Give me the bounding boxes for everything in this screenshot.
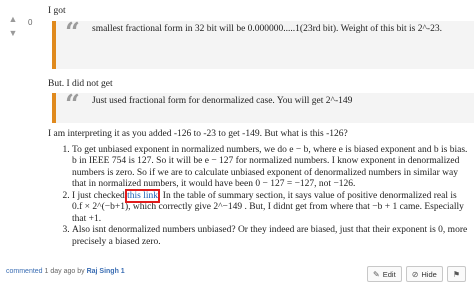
- reference-link[interactable]: this link: [125, 188, 161, 203]
- flag-icon: ⚑: [452, 269, 460, 279]
- comment-actions: ✎ Edit ⊘ Hide ⚑: [367, 266, 466, 282]
- comment-time: 1 day ago by: [44, 268, 85, 275]
- eye-off-icon: ⊘: [411, 269, 419, 279]
- chevron-down-icon[interactable]: ▼: [6, 28, 20, 38]
- blockquote: “ smallest fractional form in 32 bit wil…: [52, 17, 474, 69]
- comment-text: But. I did not get: [48, 78, 113, 89]
- vote-score: 0: [28, 18, 33, 27]
- edit-button-label: Edit: [382, 269, 396, 279]
- pencil-icon: ✎: [373, 269, 380, 279]
- list-item: To get unbiased exponent in normalized n…: [72, 145, 468, 191]
- vote-controls: ▲ ▼: [6, 14, 20, 38]
- edit-button[interactable]: ✎ Edit: [367, 266, 402, 282]
- comment-body: I got “ smallest fractional form in 32 b…: [48, 6, 474, 249]
- comment-list: To get unbiased exponent in normalized n…: [48, 145, 468, 249]
- author-link[interactable]: Raj Singh 1: [87, 268, 125, 275]
- quote-icon: “: [65, 90, 80, 120]
- quote-text: Just used fractional form for denormaliz…: [92, 96, 353, 106]
- quote-text: smallest fractional form in 32 bit will …: [92, 23, 442, 34]
- hide-button-label: Hide: [421, 269, 437, 279]
- blockquote: “ Just used fractional form for denormal…: [52, 90, 474, 123]
- chevron-up-icon[interactable]: ▲: [6, 14, 20, 24]
- comment-text: I am interpreting it as you added -126 t…: [48, 129, 348, 139]
- flag-button[interactable]: ⚑: [446, 266, 466, 282]
- comment-meta: commented 1 day ago by Raj Singh 1: [6, 268, 125, 275]
- comment-text: I got: [48, 6, 66, 16]
- commented-label[interactable]: commented: [6, 268, 43, 275]
- hide-button[interactable]: ⊘ Hide: [405, 266, 443, 282]
- list-item: I just checked this link. In the table o…: [72, 188, 468, 226]
- quote-icon: “: [65, 17, 80, 48]
- list-item-text: I just checked: [72, 190, 125, 201]
- list-item: Also isnt denormalized numbers unbiased?…: [72, 225, 468, 248]
